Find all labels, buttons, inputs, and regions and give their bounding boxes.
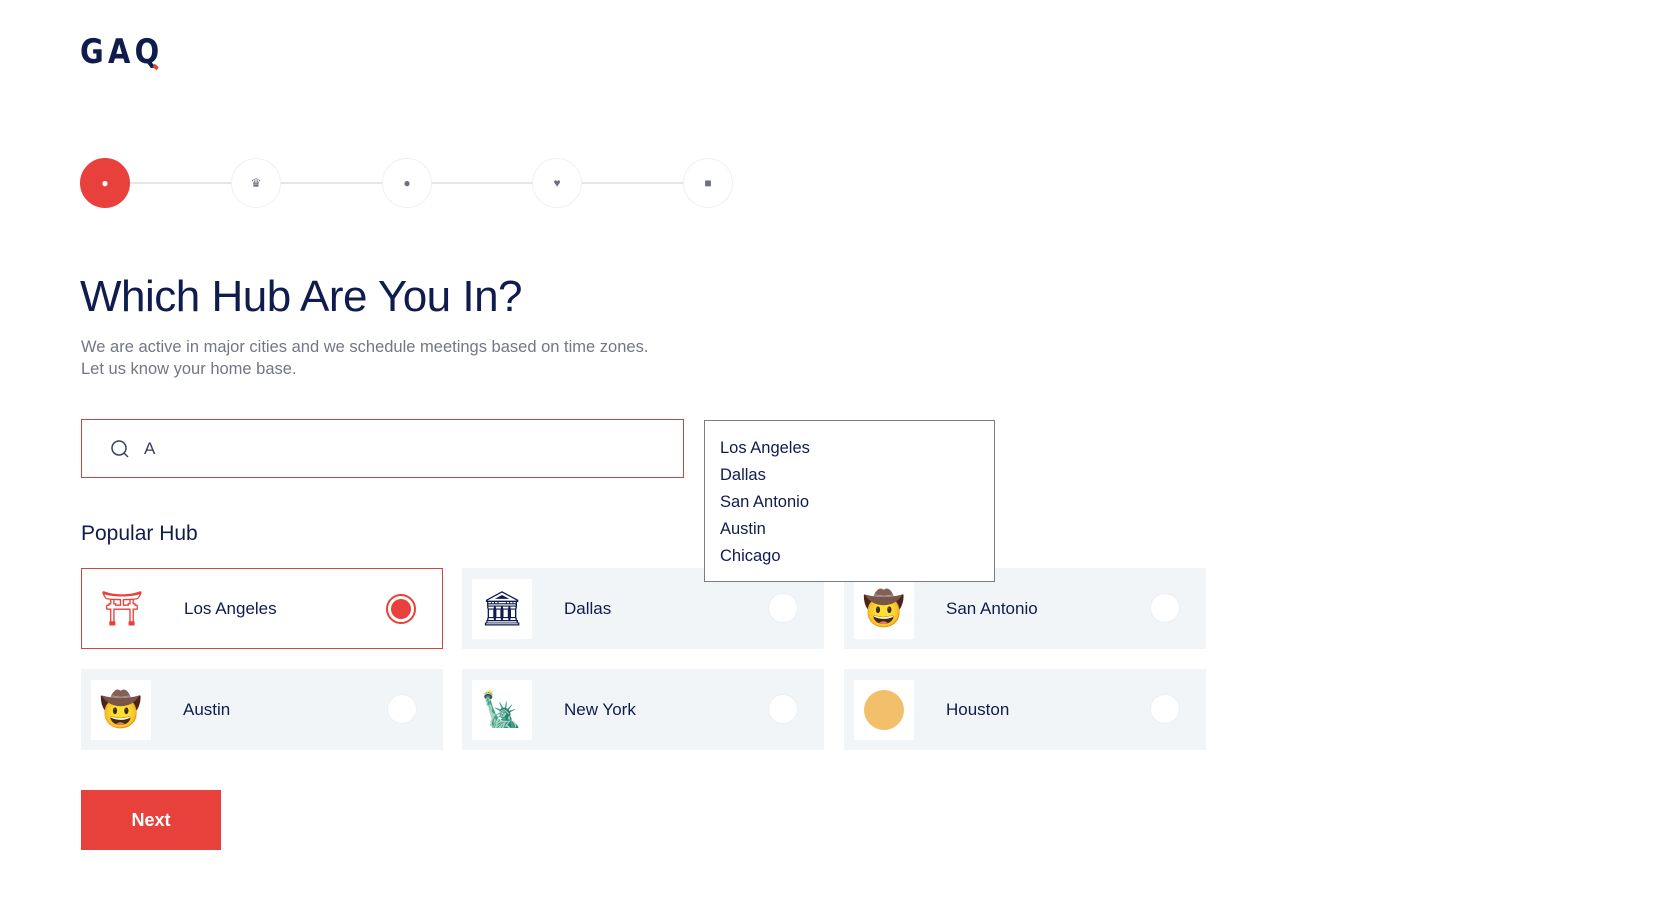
hub-radio[interactable] (1150, 694, 1180, 724)
step-profile[interactable]: ● (382, 158, 432, 208)
page-title: Which Hub Are You In? (80, 272, 523, 321)
search-input[interactable] (144, 438, 644, 459)
page-subtitle: We are active in major cities and we sch… (81, 338, 649, 378)
suggestion-item[interactable]: San Antonio (720, 489, 979, 516)
suggestion-item[interactable]: Chicago (720, 543, 979, 570)
hub-radio[interactable] (386, 594, 416, 624)
map-pin-icon: ● (101, 176, 109, 190)
hub-radio[interactable] (768, 593, 798, 623)
next-button[interactable]: Next (81, 790, 221, 850)
hub-radio[interactable] (1150, 593, 1180, 623)
suggestion-item[interactable]: Austin (720, 516, 979, 543)
suggestion-item[interactable]: Los Angeles (720, 435, 979, 462)
suggestion-item[interactable]: Dallas (720, 462, 979, 489)
hub-card-austin[interactable]: 🤠 Austin (81, 669, 443, 750)
hub-card-new-york[interactable]: 🗽 New York (462, 669, 824, 750)
alamo-building-icon: 🏛 (472, 578, 532, 639)
hub-radio[interactable] (768, 694, 798, 724)
progress-stepper: ● ♛ ● ♥ ■ (80, 158, 734, 208)
hub-radio[interactable] (387, 694, 417, 724)
search-icon (111, 439, 129, 458)
step-interests[interactable]: ♥ (532, 158, 582, 208)
texas-map-icon (854, 679, 914, 740)
hub-card-houston[interactable]: Houston (844, 669, 1206, 750)
person-icon: ● (403, 176, 411, 190)
golden-gate-bridge-icon: ⛩ (100, 589, 144, 628)
search-suggestions: Los Angeles Dallas San Antonio Austin Ch… (704, 420, 995, 582)
statue-of-liberty-icon: 🗽 (472, 679, 532, 740)
cowboy-icon: 🤠 (91, 679, 151, 740)
step-badge[interactable]: ■ (683, 158, 733, 208)
crown-icon: ♛ (250, 176, 262, 190)
popular-hub-heading: Popular Hub (81, 522, 198, 545)
badge-icon: ■ (704, 176, 712, 190)
hub-card-los-angeles[interactable]: ⛩ Los Angeles (81, 568, 443, 649)
hub-search-field[interactable] (81, 419, 684, 478)
logo: GAQ (80, 32, 164, 72)
heart-icon: ♥ (553, 176, 561, 190)
cowboy-bandit-icon: 🤠 (854, 578, 914, 639)
step-crown[interactable]: ♛ (231, 158, 281, 208)
step-location[interactable]: ● (80, 158, 130, 208)
